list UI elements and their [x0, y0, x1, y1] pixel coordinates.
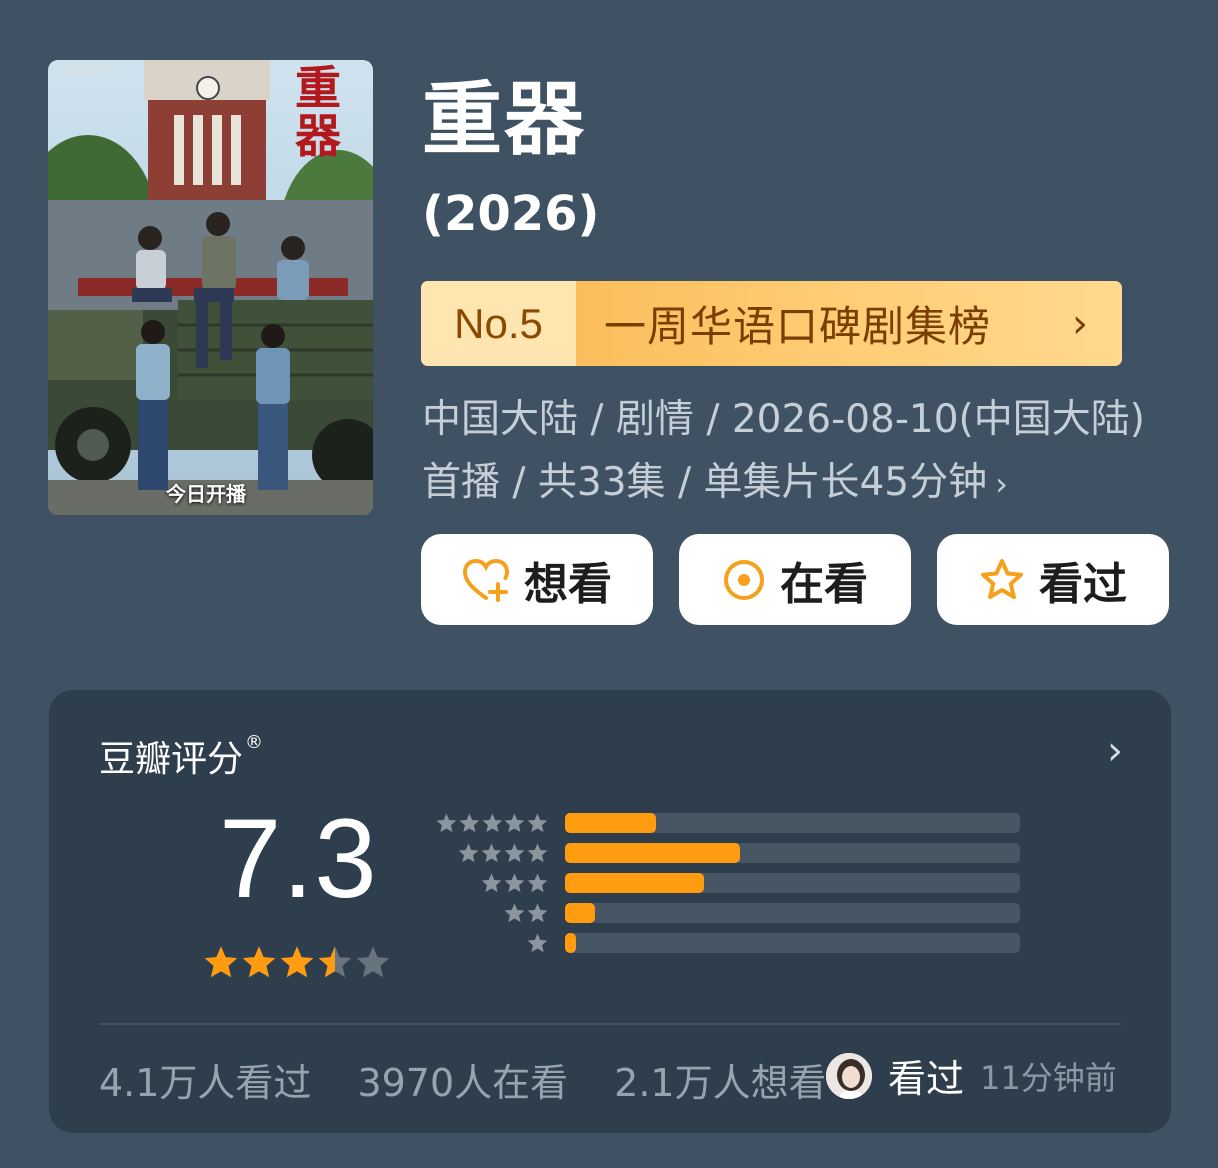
distribution-row — [435, 868, 1020, 898]
registered-mark: ® — [245, 732, 264, 753]
divider — [99, 1023, 1121, 1025]
heart-plus-icon — [462, 558, 510, 602]
distribution-row — [435, 808, 1020, 838]
distribution-bar-track — [565, 873, 1020, 893]
poster-caption: 今日开播 — [166, 482, 246, 506]
distribution-bar-track — [565, 843, 1020, 863]
watching-button[interactable]: 在看 — [679, 534, 911, 625]
watching-label: 在看 — [780, 558, 868, 610]
distribution-bar-fill — [565, 933, 577, 953]
gray-star-icon — [458, 842, 479, 862]
gray-star-icon — [504, 872, 525, 892]
show-title: 重器 — [422, 73, 586, 166]
avatar-image — [826, 1052, 872, 1099]
poster-image[interactable]: 中国·延安 重 器 今日开播 — [48, 60, 373, 515]
distribution-bar-track — [565, 903, 1020, 923]
gray-star-icon — [527, 902, 548, 922]
gray-star-icon — [505, 813, 525, 832]
rank-label: 一周华语口碑剧集榜 — [604, 302, 992, 351]
rating-distribution — [435, 808, 1020, 958]
want-to-watch-button[interactable]: 想看 — [421, 534, 653, 625]
distribution-stars — [435, 902, 549, 925]
target-circle-icon — [724, 559, 764, 600]
distribution-bar-fill — [565, 903, 595, 923]
distribution-bar-fill — [565, 873, 704, 893]
want-to-watch-label: 想看 — [524, 558, 612, 610]
distribution-bar-track — [565, 813, 1020, 833]
watched-count[interactable]: 4.1万人看过 — [99, 1052, 311, 1107]
rank-banner[interactable]: No.5 一周华语口碑剧集榜 › — [421, 281, 1122, 366]
recent-time: 11分钟前 — [980, 1058, 1117, 1097]
distribution-bar-track — [565, 933, 1020, 953]
gray-star-icon — [504, 842, 525, 862]
gray-star-icon — [527, 842, 548, 862]
watched-label: 看过 — [1039, 558, 1127, 610]
gray-star-icon — [482, 813, 502, 832]
distribution-stars — [435, 872, 549, 895]
distribution-bar-fill — [565, 843, 741, 863]
rating-title-text: 豆瓣评分 — [99, 739, 244, 780]
meta-line-2-text: 首播 / 共33集 / 单集片长45分钟 — [422, 460, 988, 505]
score-star-icon — [318, 946, 352, 978]
distribution-stars — [435, 812, 549, 835]
rank-number: No.5 — [421, 281, 576, 366]
watched-button[interactable]: 看过 — [937, 534, 1169, 625]
recent-activity[interactable]: 看过 11分钟前 — [824, 1048, 1117, 1103]
distribution-row — [435, 898, 1020, 928]
rating-card[interactable]: 豆瓣评分 ® › 7.3 4.1万人看过 3970人在看 2.1万人想看 看过 1… — [49, 690, 1171, 1133]
gray-star-icon — [459, 813, 479, 832]
distribution-stars — [435, 842, 549, 865]
score-star-icon — [242, 946, 276, 978]
poster-brand-text: 中国·延安 — [60, 64, 108, 77]
rating-score: 7.3 — [219, 796, 378, 921]
poster-title-char: 器 — [295, 109, 341, 163]
chevron-right-icon: › — [1072, 300, 1088, 347]
gray-star-icon — [436, 813, 457, 832]
meta-line-1: 中国大陆 / 剧情 / 2026-08-10(中国大陆) — [422, 397, 1145, 442]
action-buttons: 想看 在看 看过 — [421, 534, 1169, 625]
show-meta[interactable]: 中国大陆 / 剧情 / 2026-08-10(中国大陆) 首播 / 共33集 /… — [422, 388, 1182, 516]
audience-stats: 4.1万人看过 3970人在看 2.1万人想看 — [99, 1052, 873, 1107]
distribution-row — [435, 838, 1020, 868]
avatar — [824, 1050, 874, 1101]
recent-action: 看过 — [888, 1057, 965, 1101]
score-star-icon — [280, 946, 314, 978]
rating-title: 豆瓣评分 ® — [99, 730, 263, 782]
gray-star-icon — [504, 902, 525, 922]
chevron-right-icon[interactable]: › — [1107, 728, 1123, 774]
score-star-icon — [356, 946, 390, 978]
distribution-row — [435, 928, 1020, 958]
gray-star-icon — [527, 872, 548, 892]
poster-title-char: 重 — [295, 61, 341, 115]
poster-title-text: 重 器 — [293, 64, 343, 160]
want-count[interactable]: 2.1万人想看 — [614, 1052, 826, 1107]
gray-star-icon — [527, 813, 548, 832]
meta-line-2: 首播 / 共33集 / 单集片长45分钟 › — [422, 451, 1182, 516]
score-stars — [202, 944, 392, 986]
show-year: (2026) — [422, 186, 600, 242]
gray-star-icon — [527, 932, 548, 952]
score-star-icon — [204, 946, 238, 978]
distribution-stars — [435, 932, 549, 955]
distribution-bar-fill — [565, 813, 656, 833]
star-outline-icon — [981, 558, 1023, 599]
watching-count[interactable]: 3970人在看 — [357, 1052, 568, 1107]
gray-star-icon — [481, 842, 502, 862]
chevron-right-icon: › — [995, 465, 1008, 503]
gray-star-icon — [481, 872, 502, 892]
